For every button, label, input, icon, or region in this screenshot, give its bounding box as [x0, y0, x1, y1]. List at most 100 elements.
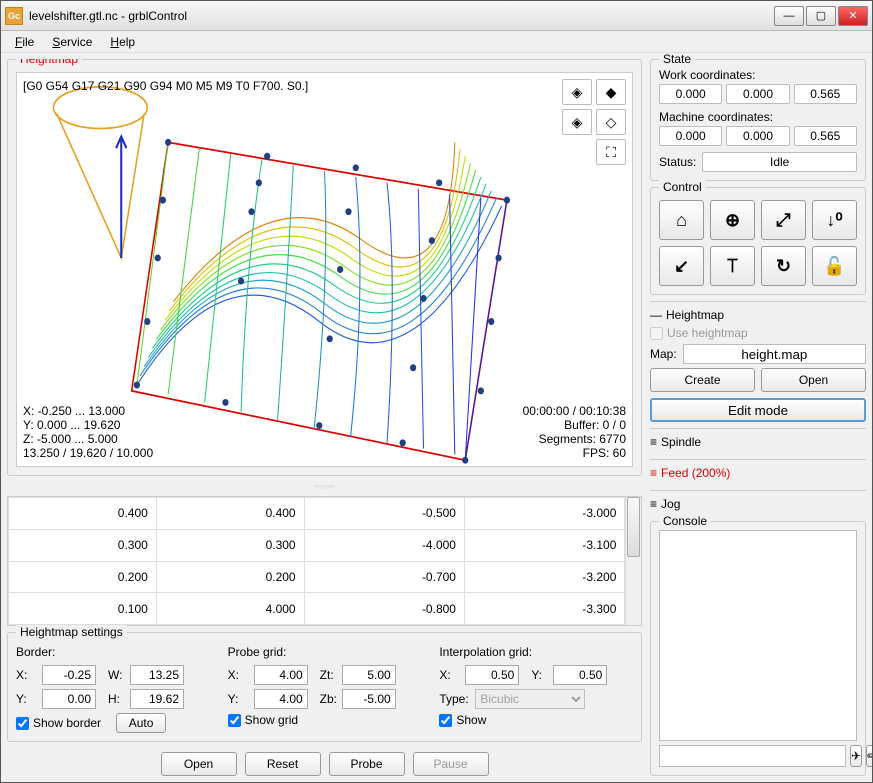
zero-z-button[interactable]: ↓⁰ — [812, 200, 857, 240]
table-cell: 0.400 — [156, 498, 304, 530]
map-file-input[interactable] — [683, 344, 866, 364]
edit-mode-button[interactable]: Edit mode — [650, 398, 866, 422]
3d-visualization[interactable]: [G0 G54 G17 G21 G90 G94 M0 M5 M9 T0 F700… — [16, 72, 633, 467]
mach-x: 0.000 — [659, 126, 722, 146]
border-auto-button[interactable]: Auto — [116, 713, 167, 733]
table-cell: 0.300 — [9, 529, 157, 561]
spindle-section: ≡Spindle — [650, 428, 866, 453]
table-cell: 0.100 — [9, 593, 157, 625]
table-cell: 0.200 — [156, 561, 304, 593]
table-cell: -0.500 — [304, 498, 464, 530]
open-map-button[interactable]: Open — [761, 368, 866, 392]
open-button[interactable]: Open — [161, 752, 237, 776]
main-window: Gc levelshifter.gtl.nc - grblControl — ▢… — [0, 0, 873, 783]
action-buttons: Open Reset Probe Pause — [7, 748, 642, 776]
table-row[interactable]: 0.3000.300-4.000-3.100 — [9, 529, 625, 561]
control-title: Control — [659, 180, 706, 194]
collapse-icon: — — [650, 308, 662, 322]
heightmap-section-header[interactable]: —Heightmap — [650, 308, 866, 322]
show-probe-grid-checkbox[interactable] — [228, 714, 241, 727]
interp-y-input[interactable] — [553, 665, 607, 685]
console-title: Console — [659, 514, 711, 528]
goto-xy-button[interactable]: ↙ — [659, 246, 704, 286]
spindle-header[interactable]: ≡Spindle — [650, 435, 866, 449]
probe-z-button[interactable]: ⊕ — [710, 200, 755, 240]
render-stats: 00:00:00 / 00:10:38 Buffer: 0 / 0 Segmen… — [523, 404, 626, 460]
splitter-handle[interactable]: ○○○○ — [7, 482, 642, 490]
table-row[interactable]: 0.2000.200-0.700-3.200 — [9, 561, 625, 593]
state-panel: State Work coordinates: 0.000 0.000 0.56… — [650, 59, 866, 181]
mach-z: 0.565 — [794, 126, 857, 146]
table-cell: -3.200 — [464, 561, 624, 593]
titlebar: Gc levelshifter.gtl.nc - grblControl — ▢… — [1, 1, 872, 31]
view-iso-button[interactable]: ◈ — [562, 79, 592, 105]
expand-icon: ≡ — [650, 435, 657, 449]
table-cell: 0.400 — [9, 498, 157, 530]
probe-x-input[interactable] — [254, 665, 308, 685]
show-interp-checkbox[interactable] — [439, 714, 452, 727]
mach-y: 0.000 — [726, 126, 789, 146]
state-title: State — [659, 53, 695, 66]
menu-file[interactable]: File — [7, 33, 42, 51]
table-cell: -3.000 — [464, 498, 624, 530]
table-scrollbar[interactable] — [625, 497, 641, 625]
view-top-button[interactable]: ◆ — [596, 79, 626, 105]
feed-section: ≡Feed (200%) — [650, 459, 866, 484]
unlock-button[interactable]: 🔓 — [812, 246, 857, 286]
table-row[interactable]: 0.4000.400-0.500-3.000 — [9, 498, 625, 530]
menu-service[interactable]: Service — [44, 33, 100, 51]
view-front-button[interactable]: ◈ — [562, 109, 592, 135]
minimize-button[interactable]: — — [774, 6, 804, 26]
probe-zb-input[interactable] — [342, 689, 396, 709]
table-cell: -3.300 — [464, 593, 624, 625]
menu-help[interactable]: Help — [102, 33, 143, 51]
feed-header[interactable]: ≡Feed (200%) — [650, 466, 866, 480]
work-coords-label: Work coordinates: — [659, 68, 857, 82]
probe-button[interactable]: Probe — [329, 752, 405, 776]
interp-x-input[interactable] — [465, 665, 519, 685]
console-input[interactable] — [659, 745, 846, 767]
table-cell: -0.700 — [304, 561, 464, 593]
border-y-input[interactable] — [42, 689, 96, 709]
jog-header[interactable]: ≡Jog — [650, 497, 866, 511]
safe-z-button[interactable]: ⟙ — [710, 246, 755, 286]
work-x: 0.000 — [659, 84, 722, 104]
home-button[interactable]: ⌂ — [659, 200, 704, 240]
create-map-button[interactable]: Create — [650, 368, 755, 392]
machine-coords-label: Machine coordinates: — [659, 110, 857, 124]
table-row[interactable]: 0.1004.000-0.800-3.300 — [9, 593, 625, 625]
border-w-input[interactable] — [130, 665, 184, 685]
pause-button[interactable]: Pause — [413, 752, 489, 776]
table-cell: 4.000 — [156, 593, 304, 625]
use-heightmap-checkbox[interactable] — [650, 327, 663, 340]
status-label: Status: — [659, 155, 696, 169]
view-side-button[interactable]: ◇ — [596, 109, 626, 135]
probe-y-input[interactable] — [254, 689, 308, 709]
jog-section: ≡Jog — [650, 490, 866, 515]
maximize-button[interactable]: ▢ — [806, 6, 836, 26]
work-z: 0.565 — [794, 84, 857, 104]
reset-button[interactable]: Reset — [245, 752, 321, 776]
console-log[interactable] — [659, 530, 857, 741]
heightmap-title: Heightmap — [16, 59, 82, 66]
expand-icon: ≡ — [650, 466, 657, 480]
reset-grbl-button[interactable]: ↻ — [761, 246, 806, 286]
probe-zt-input[interactable] — [342, 665, 396, 685]
border-x-input[interactable] — [42, 665, 96, 685]
gcode-status-line: [G0 G54 G17 G21 G90 G94 M0 M5 M9 T0 F700… — [23, 79, 308, 93]
zero-xy-button[interactable]: ⤢ — [761, 200, 806, 240]
heightmap-viewport: Heightmap — [7, 59, 642, 476]
clear-button[interactable]: ✏ — [866, 745, 872, 767]
close-button[interactable]: ✕ — [838, 6, 868, 26]
border-h-input[interactable] — [130, 689, 184, 709]
show-border-checkbox[interactable] — [16, 717, 29, 730]
table-cell: -3.100 — [464, 529, 624, 561]
menubar: File Service Help — [1, 31, 872, 53]
interp-type-select[interactable]: Bicubic — [475, 689, 585, 709]
table-cell: 0.300 — [156, 529, 304, 561]
console-panel: Console ✈ ✏ — [650, 521, 866, 776]
axis-ranges: X: -0.250 ... 13.000 Y: 0.000 ... 19.620… — [23, 404, 153, 460]
view-fit-button[interactable]: ⛶ — [596, 139, 626, 165]
send-button[interactable]: ✈ — [850, 745, 862, 767]
heightmap-panel: —Heightmap Use heightmap Map: Create Ope… — [650, 301, 866, 422]
